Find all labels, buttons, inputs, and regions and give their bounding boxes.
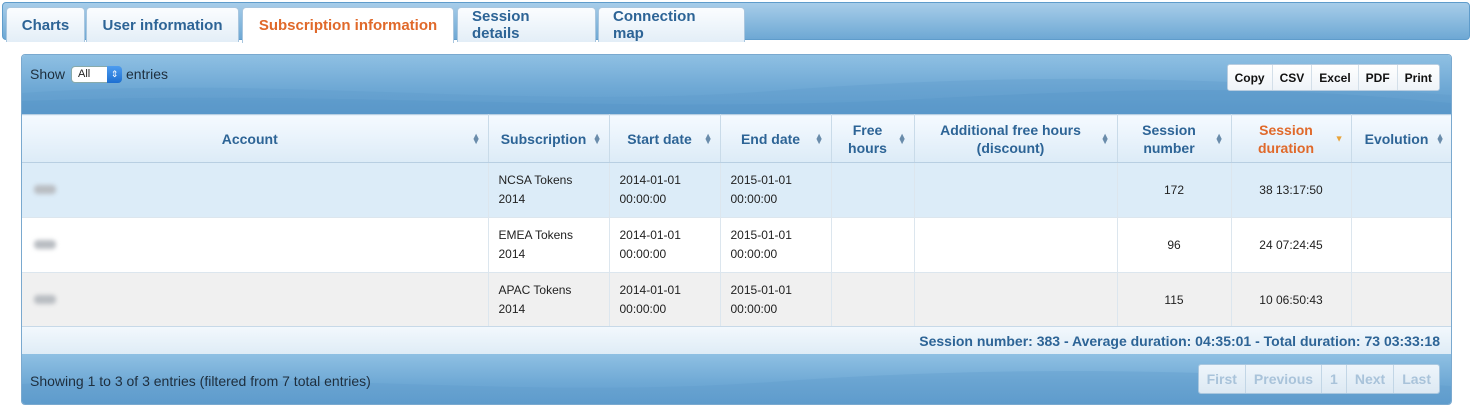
column-label: Subscription — [500, 130, 587, 147]
table-row[interactable]: APAC Tokens 2014 2014-01-01 00:00:00 201… — [22, 272, 1451, 328]
cell-additional-free-hours — [914, 162, 1118, 218]
column-label: Session duration — [1258, 121, 1314, 156]
cell-evolution — [1351, 217, 1451, 273]
cell-subscription: NCSA Tokens 2014 — [488, 162, 610, 218]
cell-subscription: APAC Tokens 2014 — [488, 272, 610, 328]
cell-evolution — [1351, 272, 1451, 328]
sort-both-icon: ▲ ▼ — [814, 130, 824, 146]
table-totals-footer: Session number: 383 - Average duration: … — [22, 326, 1451, 354]
column-header-start-date[interactable]: Start date ▲ ▼ — [609, 114, 721, 163]
cell-free-hours — [831, 272, 915, 328]
cell-start-date: 2014-01-01 00:00:00 — [609, 217, 721, 273]
subscription-table: Account ▲ ▼ Subscription ▲ ▼ Start date ▲ ▼ En… — [22, 114, 1451, 328]
print-button[interactable]: Print — [1397, 65, 1439, 90]
redacted-account-name — [34, 294, 56, 304]
redacted-account-name — [34, 239, 56, 249]
copy-button[interactable]: Copy — [1227, 65, 1273, 90]
export-buttons: Copy CSV Excel PDF Print — [1226, 64, 1440, 91]
column-label: Session number — [1142, 121, 1196, 156]
sort-both-icon: ▲ ▼ — [471, 130, 481, 146]
cell-additional-free-hours — [914, 217, 1118, 273]
sort-both-icon: ▲ ▼ — [703, 130, 713, 146]
sort-both-icon: ▲ ▼ — [1100, 130, 1110, 146]
sort-both-icon: ▲ ▼ — [897, 130, 907, 146]
pagination-previous-button[interactable]: Previous — [1245, 365, 1323, 393]
column-header-subscription[interactable]: Subscription ▲ ▼ — [488, 114, 610, 163]
column-label: Free hours — [848, 121, 887, 156]
sort-both-icon: ▲ ▼ — [592, 130, 602, 146]
cell-start-date: 2014-01-01 00:00:00 — [609, 272, 721, 328]
csv-button[interactable]: CSV — [1272, 65, 1313, 90]
entries-per-page-select[interactable]: All ⇕ — [71, 66, 122, 83]
cell-evolution — [1351, 162, 1451, 218]
tab-session-details[interactable]: Session details — [457, 7, 596, 42]
cell-additional-free-hours — [914, 272, 1118, 328]
column-label: Evolution — [1364, 130, 1429, 147]
column-header-session-duration[interactable]: Session duration ▼ — [1231, 114, 1352, 163]
sort-both-icon: ▲ ▼ — [1214, 130, 1224, 146]
cell-session-number: 115 — [1117, 272, 1232, 328]
subscription-table-panel: Show All ⇕ entries Copy CSV Excel PDF Pr… — [21, 54, 1452, 405]
entries-select-value: All — [78, 68, 91, 80]
column-label: Additional free hours (discount) — [940, 121, 1081, 156]
table-footer: Showing 1 to 3 of 3 entries (filtered fr… — [22, 354, 1451, 404]
select-arrows-icon: ⇕ — [107, 66, 122, 83]
column-label: Start date — [627, 130, 692, 147]
column-label: End date — [740, 130, 801, 147]
cell-session-number: 96 — [1117, 217, 1232, 273]
cell-account — [22, 217, 489, 273]
excel-button[interactable]: Excel — [1312, 65, 1359, 90]
cell-session-number: 172 — [1117, 162, 1232, 218]
cell-session-duration: 24 07:24:45 — [1231, 217, 1352, 273]
pagination-last-button[interactable]: Last — [1394, 365, 1439, 393]
cell-start-date: 2014-01-01 00:00:00 — [609, 162, 721, 218]
pdf-button[interactable]: PDF — [1358, 65, 1398, 90]
cell-session-duration: 10 06:50:43 — [1231, 272, 1352, 328]
table-header-row: Account ▲ ▼ Subscription ▲ ▼ Start date ▲ ▼ En… — [22, 114, 1451, 163]
table-row[interactable]: NCSA Tokens 2014 2014-01-01 00:00:00 201… — [22, 162, 1451, 218]
cell-account — [22, 162, 489, 218]
column-header-session-number[interactable]: Session number ▲ ▼ — [1117, 114, 1232, 163]
pagination: First Previous 1 Next Last — [1197, 364, 1440, 394]
length-menu-entries-label: entries — [126, 66, 169, 82]
tab-charts[interactable]: Charts — [6, 7, 85, 42]
cell-end-date: 2015-01-01 00:00:00 — [720, 162, 832, 218]
column-header-free-hours[interactable]: Free hours ▲ ▼ — [831, 114, 915, 163]
table-toolbar: Show All ⇕ entries Copy CSV Excel PDF Pr… — [22, 55, 1451, 114]
column-header-evolution[interactable]: Evolution ▲ ▼ — [1351, 114, 1451, 163]
pagination-page-1-button[interactable]: 1 — [1322, 365, 1347, 393]
pagination-next-button[interactable]: Next — [1346, 365, 1395, 393]
cell-end-date: 2015-01-01 00:00:00 — [720, 217, 832, 273]
tab-connection-map[interactable]: Connection map — [598, 7, 745, 42]
sort-desc-icon: ▼ — [1334, 133, 1344, 143]
table-info-text: Showing 1 to 3 of 3 entries (filtered fr… — [30, 373, 371, 389]
column-label: Account — [221, 130, 278, 147]
tab-user-information[interactable]: User information — [86, 7, 239, 42]
pagination-first-button[interactable]: First — [1198, 365, 1246, 393]
cell-session-duration: 38 13:17:50 — [1231, 162, 1352, 218]
tab-bar: Charts User information Subscription inf… — [2, 2, 1470, 43]
redacted-account-name — [34, 184, 56, 194]
column-header-additional-free-hours[interactable]: Additional free hours (discount) ▲ ▼ — [914, 114, 1118, 163]
length-menu-show-label: Show — [30, 66, 66, 82]
tab-subscription-information[interactable]: Subscription information — [242, 7, 454, 43]
cell-account — [22, 272, 489, 328]
cell-free-hours — [831, 162, 915, 218]
cell-free-hours — [831, 217, 915, 273]
sort-both-icon: ▲ ▼ — [1435, 130, 1445, 146]
cell-end-date: 2015-01-01 00:00:00 — [720, 272, 832, 328]
cell-subscription: EMEA Tokens 2014 — [488, 217, 610, 273]
column-header-end-date[interactable]: End date ▲ ▼ — [720, 114, 832, 163]
column-header-account[interactable]: Account ▲ ▼ — [22, 114, 489, 163]
table-row[interactable]: EMEA Tokens 2014 2014-01-01 00:00:00 201… — [22, 217, 1451, 273]
